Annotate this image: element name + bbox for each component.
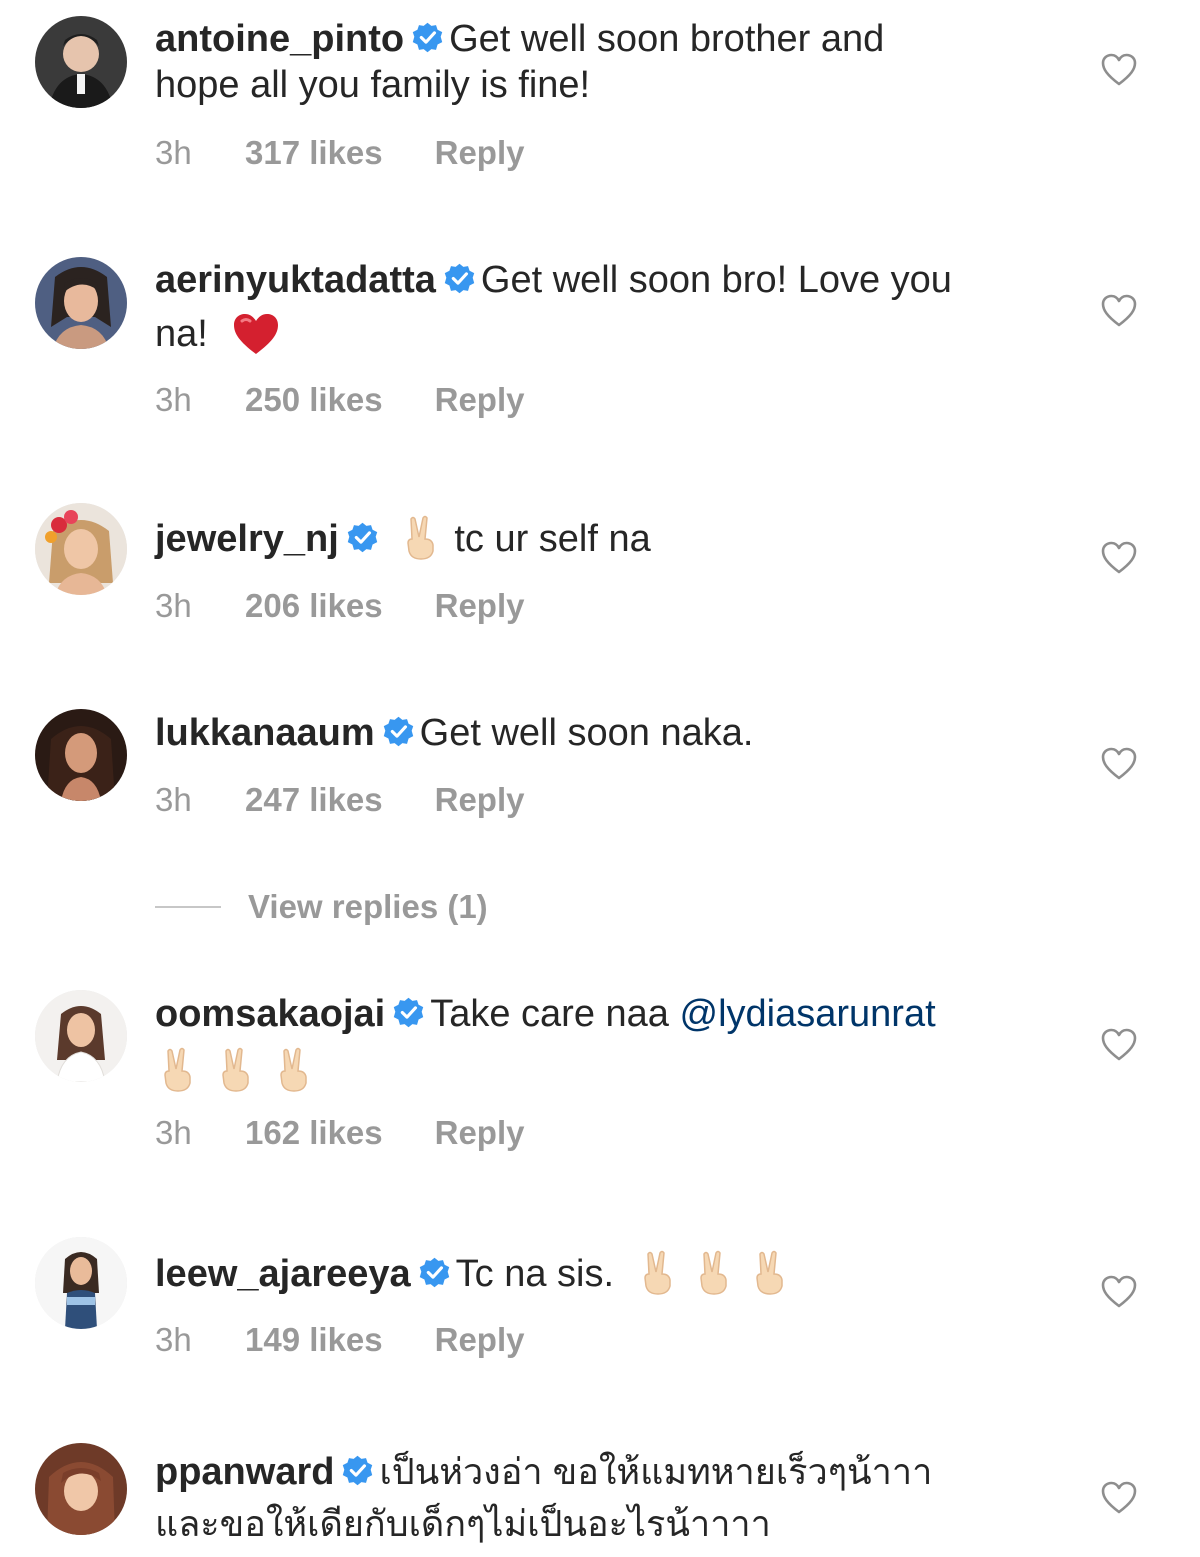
comment-text: เป็นห่วงอ่า ขอให้แมทหายเร็วๆน้าาา	[379, 1451, 933, 1492]
victory-hand-icon	[400, 515, 440, 572]
comment-text: Take care naa	[430, 993, 669, 1035]
avatar[interactable]	[35, 16, 127, 108]
heart-icon[interactable]	[1101, 541, 1137, 575]
likes-count[interactable]: 206 likes	[245, 587, 383, 625]
comment-text: และขอให้เดียกับเด็กๆไม่เป็นอะไรน้าาาา	[155, 1503, 771, 1544]
comment-body: lukkanaaum Get well soon naka.	[155, 710, 1055, 756]
comment-time: 3h	[155, 587, 192, 624]
victory-hand-icon	[215, 1047, 255, 1104]
comment-meta: 3h 162 likes Reply	[155, 1114, 525, 1152]
avatar[interactable]	[35, 257, 127, 349]
comment-body: aerinyuktadatta Get well soon bro! Love y…	[155, 257, 1055, 367]
mention-link[interactable]: @lydiasarunrat	[680, 993, 936, 1035]
comment-time: 3h	[155, 1114, 192, 1151]
heart-icon[interactable]	[1101, 1275, 1137, 1309]
comment-meta: 3h 149 likes Reply	[155, 1321, 525, 1359]
comment-time: 3h	[155, 134, 192, 171]
heart-icon[interactable]	[1101, 1481, 1137, 1515]
likes-count[interactable]: 149 likes	[245, 1321, 383, 1359]
comment-text: na!	[155, 313, 208, 355]
username[interactable]: oomsakaojai	[155, 993, 385, 1035]
avatar[interactable]	[35, 709, 127, 801]
comment-meta: 3h 247 likes Reply	[155, 781, 525, 819]
reply-button[interactable]: Reply	[435, 781, 525, 818]
username[interactable]: antoine_pinto	[155, 18, 404, 60]
victory-hand-icon	[693, 1250, 733, 1307]
avatar[interactable]	[35, 990, 127, 1082]
comment-body: leew_ajareeya Tc na sis.	[155, 1250, 1055, 1307]
victory-hand-icon	[637, 1250, 677, 1307]
victory-hand-icon	[273, 1047, 313, 1104]
comment-meta: 3h 206 likes Reply	[155, 587, 525, 625]
username[interactable]: ppanward	[155, 1451, 334, 1493]
reply-button[interactable]: Reply	[435, 381, 525, 418]
username[interactable]: jewelry_nj	[155, 518, 339, 560]
comment-time: 3h	[155, 1321, 192, 1358]
comment-meta: 3h 250 likes Reply	[155, 381, 525, 419]
comment-time: 3h	[155, 781, 192, 818]
victory-hand-icon	[157, 1047, 197, 1104]
verified-badge-icon	[347, 522, 378, 553]
comment-meta: 3h 317 likes Reply	[155, 134, 525, 172]
verified-badge-icon	[444, 263, 475, 294]
likes-count[interactable]: 317 likes	[245, 134, 383, 172]
reply-button[interactable]: Reply	[435, 587, 525, 624]
view-replies-label[interactable]: View replies (1)	[248, 884, 488, 930]
heart-icon[interactable]	[1101, 294, 1137, 328]
comment-body: ppanward เป็นห่วงอ่า ขอให้แมทหายเร็วๆน้าา…	[155, 1449, 1035, 1547]
verified-badge-icon	[393, 997, 424, 1028]
username[interactable]: lukkanaaum	[155, 712, 375, 754]
heart-icon[interactable]	[1101, 747, 1137, 781]
replies-divider	[155, 906, 221, 908]
comment-text: hope all you family is fine!	[155, 64, 591, 106]
verified-badge-icon	[342, 1455, 373, 1486]
comment-text: Tc na sis.	[455, 1253, 615, 1295]
avatar[interactable]	[35, 503, 127, 595]
reply-button[interactable]: Reply	[435, 134, 525, 171]
heart-icon[interactable]	[1101, 53, 1137, 87]
heart-icon[interactable]	[1101, 1028, 1137, 1062]
red-heart-icon	[232, 312, 280, 367]
likes-count[interactable]: 250 likes	[245, 381, 383, 419]
comment-text: Get well soon naka.	[419, 712, 754, 754]
comment-text: Get well soon brother and	[449, 18, 885, 60]
comment-text: tc ur self na	[454, 518, 651, 560]
reply-button[interactable]: Reply	[435, 1114, 525, 1151]
avatar[interactable]	[35, 1443, 127, 1535]
verified-badge-icon	[383, 716, 414, 747]
comment-body: oomsakaojai Take care naa @lydiasarunrat	[155, 991, 1055, 1104]
verified-badge-icon	[412, 22, 443, 53]
likes-count[interactable]: 162 likes	[245, 1114, 383, 1152]
comment-body: antoine_pinto Get well soon brother and h…	[155, 16, 1055, 108]
comment-time: 3h	[155, 381, 192, 418]
likes-count[interactable]: 247 likes	[245, 781, 383, 819]
username[interactable]: aerinyuktadatta	[155, 259, 436, 301]
comment-body: jewelry_nj tc ur self na	[155, 515, 1055, 572]
avatar[interactable]	[35, 1237, 127, 1329]
verified-badge-icon	[419, 1257, 450, 1288]
username[interactable]: leew_ajareeya	[155, 1253, 411, 1295]
reply-button[interactable]: Reply	[435, 1321, 525, 1358]
victory-hand-icon	[749, 1250, 789, 1307]
comment-text: Get well soon bro! Love you	[480, 259, 952, 301]
view-replies-button[interactable]: View replies (1)	[155, 884, 655, 930]
